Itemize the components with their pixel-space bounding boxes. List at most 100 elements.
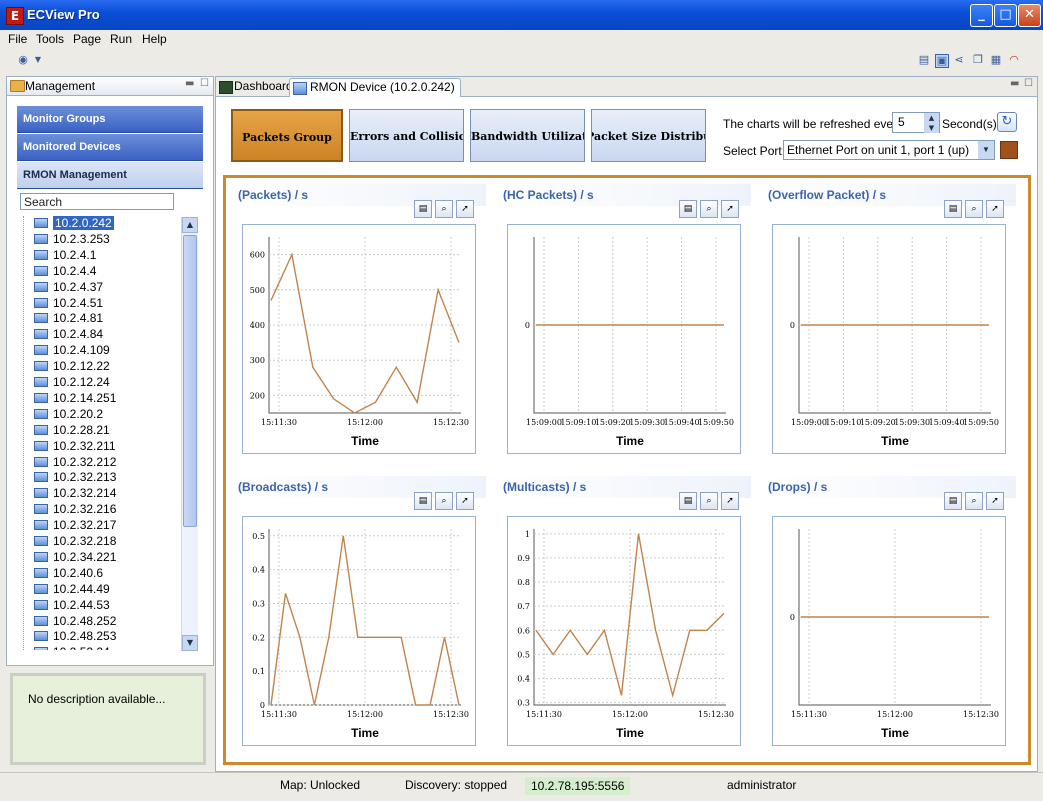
spin-up-icon[interactable]: ▲: [924, 113, 939, 123]
monitor-icon: [34, 218, 48, 228]
monitor-icon: [34, 233, 48, 244]
device-list-item[interactable]: 10.2.4.109: [34, 343, 110, 358]
table-icon[interactable]: ▤: [414, 200, 432, 218]
menu-page[interactable]: Page: [73, 32, 101, 46]
x-tick-label: 15:09:20: [595, 418, 631, 427]
device-list-item[interactable]: 10.2.14.251: [34, 391, 116, 406]
monitor-icon: [34, 440, 48, 451]
export-icon[interactable]: ➚: [986, 200, 1004, 218]
minimize-editor-icon[interactable]: ▬: [1010, 78, 1019, 89]
device-list-item[interactable]: 10.2.32.213: [34, 470, 116, 485]
table-icon[interactable]: ▤: [944, 492, 962, 510]
packets-group-button[interactable]: Packets Group: [231, 109, 343, 162]
device-list-item[interactable]: 10.2.3.253: [34, 232, 110, 247]
export-icon[interactable]: ➚: [721, 492, 739, 510]
device-list-item[interactable]: 10.2.32.214: [34, 486, 116, 501]
bandwidth-utilization-button[interactable]: Bandwidth Utilization: [470, 109, 585, 162]
device-list-item[interactable]: 10.2.4.1: [34, 248, 96, 263]
maximize-button[interactable]: □: [994, 4, 1017, 27]
x-axis-title: Time: [881, 726, 909, 740]
table-icon[interactable]: ▤: [679, 492, 697, 510]
device-list-item[interactable]: 10.2.34.221: [34, 550, 116, 565]
device-list-item[interactable]: 10.2.0.242: [34, 216, 114, 231]
report-icon[interactable]: ▦: [990, 54, 1002, 66]
device-list-item[interactable]: 10.2.20.2: [34, 407, 103, 422]
device-label: 10.2.4.81: [53, 311, 104, 326]
monitor-icon: [34, 456, 48, 467]
device-list-item[interactable]: 10.2.52.24: [34, 645, 110, 650]
device-list-item[interactable]: 10.2.4.4: [34, 264, 96, 279]
zoom-icon[interactable]: ⌕: [435, 200, 453, 218]
nav-rmon-management[interactable]: RMON Management: [17, 162, 203, 189]
nav-monitored-devices[interactable]: Monitored Devices: [17, 134, 203, 161]
packet-size-button[interactable]: Packet Size Distribution: [591, 109, 706, 162]
device-list-item[interactable]: 10.2.12.22: [34, 359, 110, 374]
menu-run[interactable]: Run: [110, 32, 132, 46]
device-list-item[interactable]: 10.2.32.216: [34, 502, 116, 517]
device-list-item[interactable]: 10.2.12.24: [34, 375, 110, 390]
globe-icon[interactable]: ◉: [17, 54, 29, 66]
menu-help[interactable]: Help: [142, 32, 167, 46]
port-select[interactable]: Ethernet Port on unit 1, port 1 (up) ▼: [783, 140, 995, 160]
tab-rmon-device[interactable]: RMON Device (10.2.0.242): [289, 78, 461, 97]
scroll-up-icon[interactable]: ▲: [182, 217, 198, 233]
dashboard-tab-icon: [219, 81, 233, 94]
device-list-item[interactable]: 10.2.32.218: [34, 534, 116, 549]
table-icon[interactable]: ▤: [679, 200, 697, 218]
device-list-item[interactable]: 10.2.44.53: [34, 598, 110, 613]
menu-tools[interactable]: Tools: [36, 32, 64, 46]
device-label: 10.2.4.4: [53, 263, 97, 278]
table-icon[interactable]: ▤: [944, 200, 962, 218]
zoom-icon[interactable]: ⌕: [965, 492, 983, 510]
scrollbar-thumb[interactable]: [183, 235, 197, 527]
minimize-panel-icon[interactable]: ▬: [185, 78, 194, 89]
device-list-item[interactable]: 10.2.4.81: [34, 311, 103, 326]
device-list-item[interactable]: 10.2.48.253: [34, 629, 116, 644]
maximize-editor-icon[interactable]: ☐: [1024, 78, 1033, 89]
device-list-item[interactable]: 10.2.4.37: [34, 280, 103, 295]
scrollbar[interactable]: ▲ ▼: [181, 217, 198, 651]
copy-icon[interactable]: ❐: [972, 54, 984, 66]
chevron-down-icon[interactable]: ▼: [978, 141, 994, 159]
export-icon[interactable]: ➚: [456, 200, 474, 218]
monitor-icon: [34, 472, 48, 483]
gauge-icon[interactable]: ◠: [1008, 54, 1020, 66]
device-list-item[interactable]: 10.2.32.211: [34, 439, 116, 454]
management-tab[interactable]: Management ▬ ☐: [7, 77, 213, 96]
topology-icon[interactable]: ⋖: [953, 54, 965, 66]
zoom-icon[interactable]: ⌕: [965, 200, 983, 218]
export-icon[interactable]: ➚: [456, 492, 474, 510]
dropdown-arrow-icon[interactable]: ▼: [32, 54, 44, 66]
nav-monitor-groups[interactable]: Monitor Groups: [17, 106, 203, 133]
table-icon[interactable]: ▤: [414, 492, 432, 510]
tab-dashboard[interactable]: Dashboard: [216, 78, 293, 96]
refresh-icon[interactable]: ↻: [997, 112, 1017, 132]
spin-down-icon[interactable]: ▼: [924, 123, 939, 133]
monitor-icon: [34, 408, 48, 419]
zoom-icon[interactable]: ⌕: [700, 200, 718, 218]
errors-collisions-button[interactable]: Errors and Collisions: [349, 109, 464, 162]
scroll-down-icon[interactable]: ▼: [182, 635, 198, 651]
device-list-item[interactable]: 10.2.4.51: [34, 296, 103, 311]
device-list-item[interactable]: 10.2.4.84: [34, 327, 103, 342]
color-swatch[interactable]: [1000, 141, 1018, 159]
minimize-button[interactable]: _: [970, 4, 993, 27]
zoom-icon[interactable]: ⌕: [435, 492, 453, 510]
zoom-icon[interactable]: ⌕: [700, 492, 718, 510]
maximize-panel-icon[interactable]: ☐: [200, 78, 209, 89]
export-icon[interactable]: ➚: [721, 200, 739, 218]
export-icon[interactable]: ➚: [986, 492, 1004, 510]
device-list-item[interactable]: 10.2.40.6: [34, 566, 103, 581]
device-list-item[interactable]: 10.2.32.212: [34, 455, 116, 470]
device-list-item[interactable]: 10.2.28.21: [34, 423, 110, 438]
dashboard-icon[interactable]: ▣: [935, 54, 949, 68]
device-list-item[interactable]: 10.2.44.49: [34, 582, 110, 597]
layout-icon[interactable]: ▤: [918, 54, 930, 66]
device-list-item[interactable]: 10.2.32.217: [34, 518, 116, 533]
monitor-icon: [34, 536, 48, 546]
device-list-item[interactable]: 10.2.48.252: [34, 614, 116, 629]
search-input[interactable]: Search: [20, 193, 174, 210]
close-button[interactable]: ✕: [1018, 4, 1041, 27]
menu-file[interactable]: File: [8, 32, 27, 46]
tab-dashboard-label: Dashboard: [234, 79, 293, 93]
